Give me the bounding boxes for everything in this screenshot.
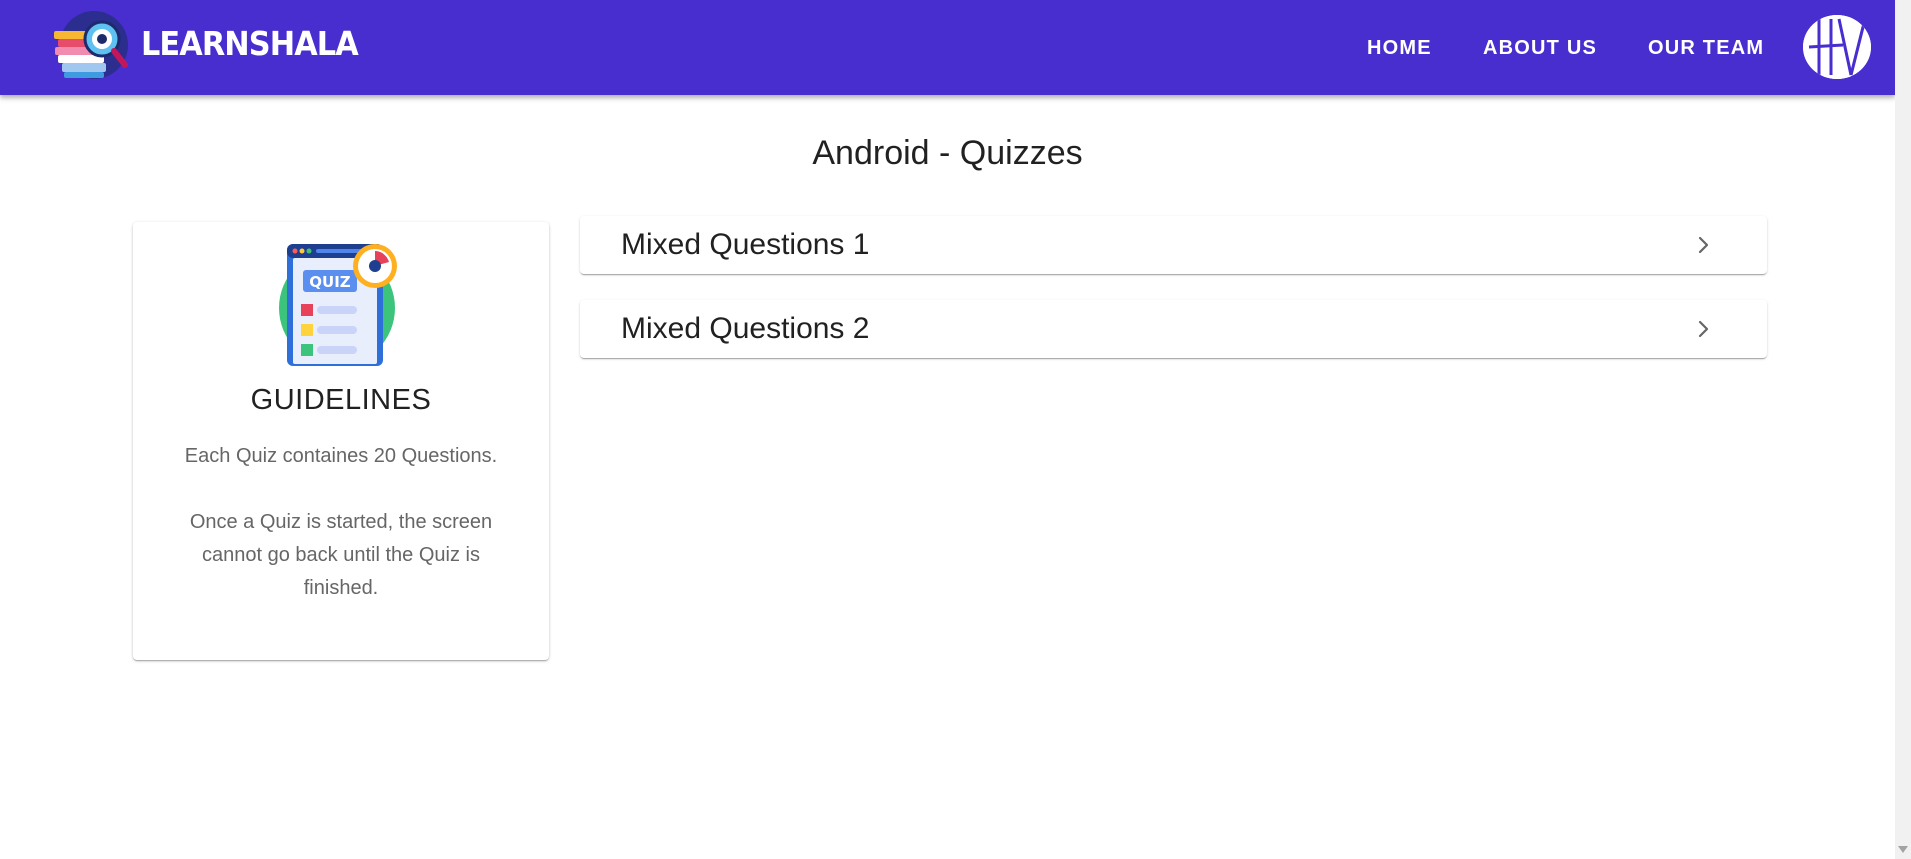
nav-about-us-link[interactable]: ABOUT US bbox=[1483, 33, 1597, 63]
books-magnifier-logo-icon bbox=[54, 11, 128, 79]
page-title: Android - Quizzes bbox=[812, 134, 1083, 172]
hv-monogram-avatar-icon bbox=[1803, 15, 1871, 79]
quiz-item-mixed-questions-2[interactable]: Mixed Questions 2 bbox=[580, 300, 1767, 358]
page: LEARNSHALA HOME ABOUT US OUR TEAM Androi… bbox=[0, 0, 1895, 859]
chevron-right-icon bbox=[1698, 320, 1709, 338]
nav-home-link[interactable]: HOME bbox=[1367, 33, 1432, 63]
brand-name[interactable]: LEARNSHALA bbox=[141, 22, 359, 66]
avatar[interactable] bbox=[1803, 15, 1871, 79]
quiz-label: Mixed Questions 2 bbox=[621, 312, 870, 345]
chevron-right-icon bbox=[1698, 236, 1709, 254]
nav-our-team-link[interactable]: OUR TEAM bbox=[1648, 33, 1764, 63]
app-bar: LEARNSHALA HOME ABOUT US OUR TEAM bbox=[0, 0, 1895, 95]
quiz-image-text: QUIZ bbox=[309, 273, 351, 291]
scrollbar[interactable] bbox=[1895, 0, 1911, 859]
guidelines-title: GUIDELINES bbox=[250, 384, 432, 416]
guidelines-card: QUIZ GUIDELINES Each Quiz containes 20 Q… bbox=[133, 222, 549, 660]
quiz-illustration-icon: QUIZ bbox=[279, 244, 397, 366]
guideline-text-1: Each Quiz containes 20 Questions. bbox=[184, 445, 498, 467]
logo[interactable] bbox=[52, 11, 130, 83]
quiz-label: Mixed Questions 1 bbox=[621, 228, 870, 261]
quiz-item-mixed-questions-1[interactable]: Mixed Questions 1 bbox=[580, 216, 1767, 274]
scroll-down-arrow-icon[interactable] bbox=[1898, 846, 1908, 854]
guideline-text-2: Once a Quiz is started, the screen canno… bbox=[189, 511, 493, 599]
